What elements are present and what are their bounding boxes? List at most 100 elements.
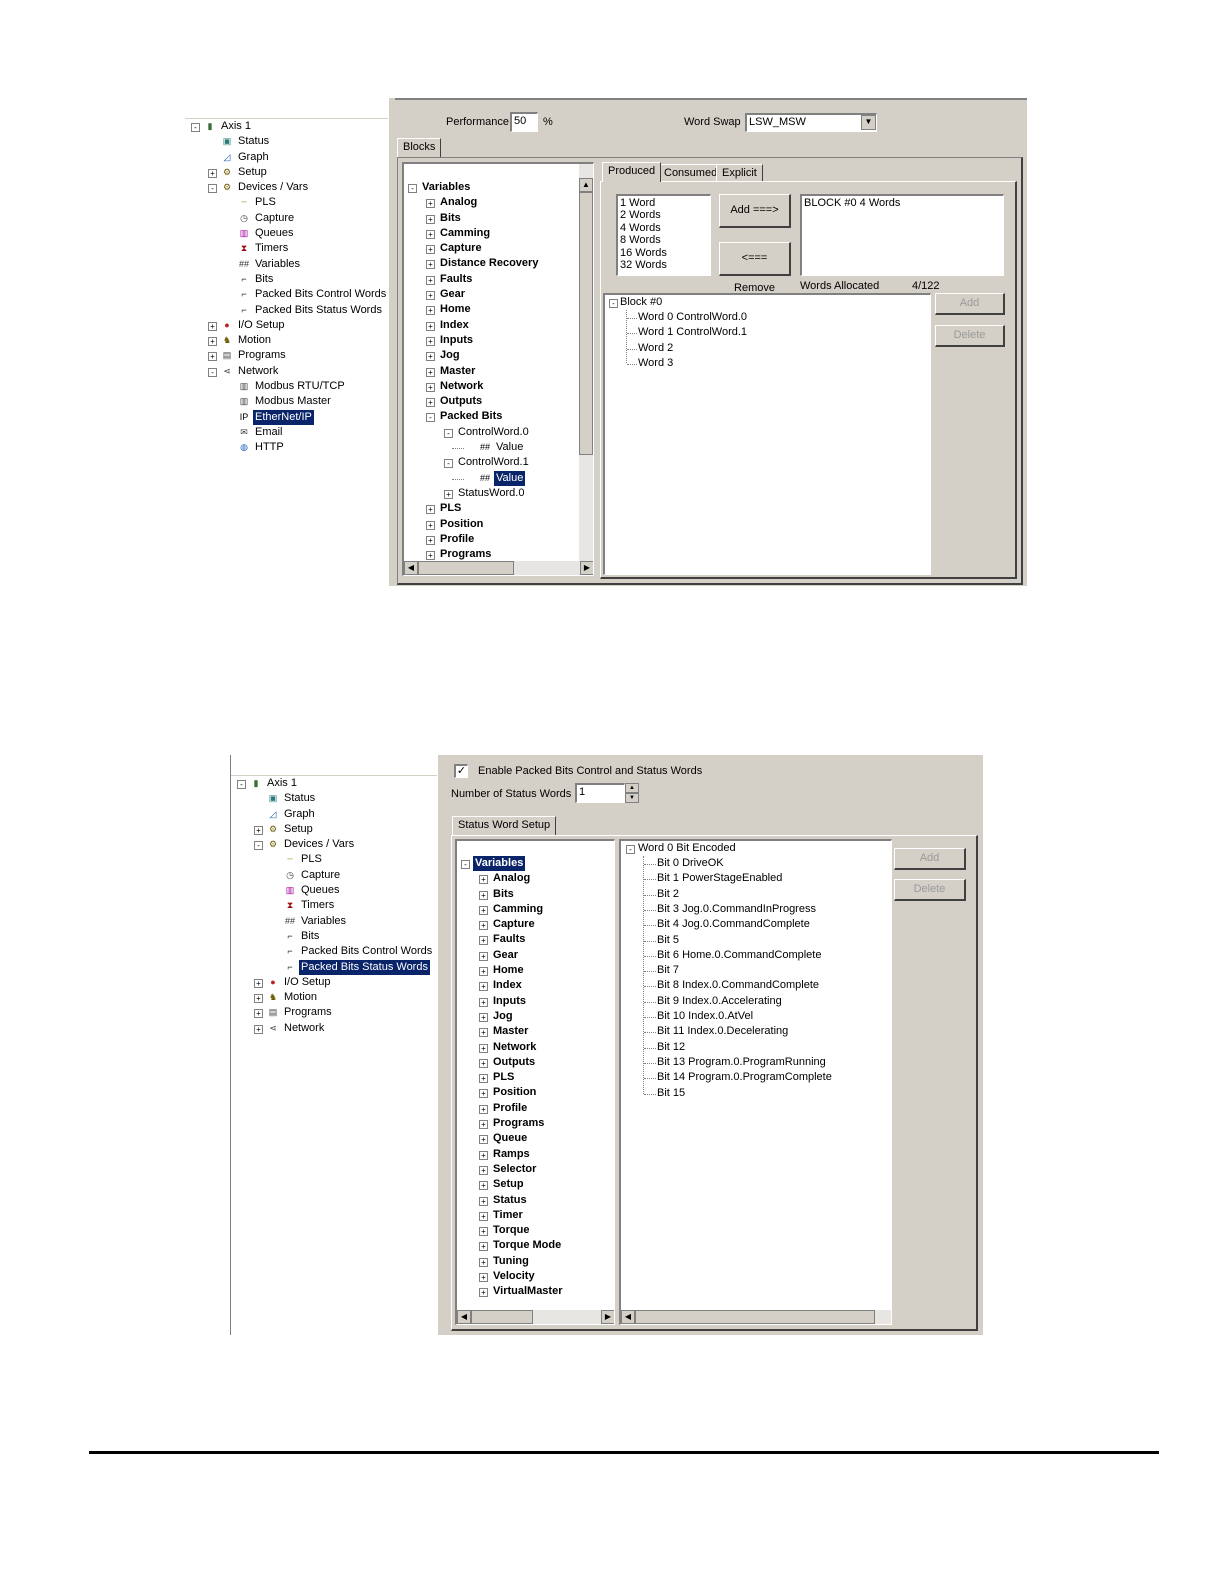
bit-item[interactable]: Bit 6 Home.0.CommandComplete — [657, 949, 821, 961]
expand-icon[interactable]: + — [254, 978, 263, 988]
expand-icon[interactable]: + — [426, 505, 435, 515]
word-size-option[interactable]: 32 Words — [620, 259, 667, 271]
collapse-icon[interactable]: - — [626, 845, 635, 854]
collapse-icon[interactable]: - — [237, 780, 246, 789]
expand-icon[interactable]: + — [479, 1104, 488, 1114]
expand-icon[interactable]: + — [254, 1009, 263, 1019]
expand-icon[interactable]: + — [426, 382, 435, 392]
expand-icon[interactable]: + — [254, 825, 263, 835]
num-status-words-input[interactable]: 1 — [575, 783, 625, 803]
scroll-thumb-h[interactable] — [418, 561, 514, 575]
word-size-option[interactable]: 4 Words — [620, 222, 667, 234]
expand-icon[interactable]: + — [426, 229, 435, 239]
num-status-words-spinner[interactable]: ▲ ▼ — [625, 783, 639, 803]
bit-item[interactable]: Bit 14 Program.0.ProgramComplete — [657, 1071, 832, 1083]
expand-icon[interactable]: + — [479, 890, 488, 900]
word-size-option[interactable]: 2 Words — [620, 209, 667, 221]
block-word-item[interactable]: Word 2 — [638, 342, 673, 354]
bit-item[interactable]: Bit 1 PowerStageEnabled — [657, 872, 782, 884]
word-root[interactable]: Word 0 Bit Encoded — [638, 842, 736, 854]
scroll-left-icon[interactable]: ◀ — [621, 1310, 635, 1324]
spin-down-icon[interactable]: ▼ — [625, 793, 639, 803]
bit-item[interactable]: Bit 3 Jog.0.CommandInProgress — [657, 903, 816, 915]
expand-icon[interactable]: + — [479, 875, 488, 885]
expand-icon[interactable]: + — [479, 1211, 488, 1221]
bit-item[interactable]: Bit 7 — [657, 964, 679, 976]
bit-item[interactable]: Bit 9 Index.0.Accelerating — [657, 995, 782, 1007]
expand-icon[interactable]: + — [426, 291, 435, 301]
expand-icon[interactable]: + — [479, 1150, 488, 1160]
bit-item[interactable]: Bit 15 — [657, 1087, 685, 1099]
expand-icon[interactable]: + — [208, 352, 217, 362]
word-size-list[interactable]: 1 Word 2 Words 4 Words 8 Words 16 Words 32 Wo… — [616, 194, 711, 276]
expand-icon[interactable]: + — [444, 489, 453, 499]
expand-icon[interactable]: + — [479, 1227, 488, 1237]
collapse-icon[interactable]: - — [191, 123, 200, 132]
bit-item[interactable]: Bit 5 — [657, 934, 679, 946]
expand-icon[interactable]: + — [426, 214, 435, 224]
collapse-icon[interactable]: - — [208, 367, 217, 377]
expand-icon[interactable]: + — [479, 1257, 488, 1267]
expand-icon[interactable]: + — [426, 520, 435, 530]
scroll-right-icon[interactable]: ▶ — [601, 1310, 614, 1324]
delete-button[interactable]: Delete — [894, 879, 966, 901]
block-tree-root[interactable]: Block #0 — [620, 296, 662, 308]
block-list[interactable]: BLOCK #0 4 Words — [800, 194, 1004, 276]
expand-icon[interactable]: + — [208, 168, 217, 178]
vertical-scrollbar[interactable]: ▲ — [579, 164, 593, 561]
tab-explicit[interactable]: Explicit — [716, 164, 763, 182]
tab-produced[interactable]: Produced — [602, 162, 662, 182]
scroll-thumb[interactable] — [579, 192, 593, 455]
tab-blocks[interactable]: Blocks — [397, 138, 442, 158]
add-block-button[interactable]: Add ===> — [719, 194, 791, 228]
word-size-option[interactable]: 16 Words — [620, 247, 667, 259]
word-size-option[interactable]: 8 Words — [620, 234, 667, 246]
horizontal-scrollbar[interactable]: ◀ ▶ — [404, 561, 593, 575]
expand-icon[interactable]: + — [426, 321, 435, 331]
collapse-icon[interactable]: - — [444, 459, 453, 469]
expand-icon[interactable]: + — [479, 997, 488, 1007]
expand-icon[interactable]: + — [479, 1028, 488, 1038]
expand-icon[interactable]: + — [426, 367, 435, 377]
performance-input[interactable]: 50 — [510, 112, 538, 132]
expand-icon[interactable]: + — [479, 936, 488, 946]
expand-icon[interactable]: + — [479, 905, 488, 915]
expand-icon[interactable]: + — [426, 306, 435, 316]
block-list-item[interactable]: BLOCK #0 4 Words — [804, 197, 900, 209]
expand-icon[interactable]: + — [426, 551, 435, 561]
expand-icon[interactable]: + — [479, 967, 488, 977]
word-size-option[interactable]: 1 Word — [620, 197, 667, 209]
collapse-icon[interactable]: - — [408, 184, 417, 193]
horizontal-scrollbar[interactable]: ◀ ▶ — [457, 1310, 614, 1324]
expand-icon[interactable]: + — [479, 1288, 488, 1298]
bit-item[interactable]: Bit 11 Index.0.Decelerating — [657, 1025, 788, 1037]
expand-icon[interactable]: + — [479, 1058, 488, 1068]
spin-up-icon[interactable]: ▲ — [625, 783, 639, 793]
scroll-right-icon[interactable]: ▶ — [580, 561, 593, 575]
collapse-icon[interactable]: - — [444, 428, 453, 438]
chevron-down-icon[interactable]: ▼ — [861, 115, 876, 130]
expand-icon[interactable]: + — [479, 1089, 488, 1099]
expand-icon[interactable]: + — [426, 352, 435, 362]
collapse-icon[interactable]: - — [461, 860, 470, 869]
expand-icon[interactable]: + — [254, 1024, 263, 1034]
bit-item[interactable]: Bit 13 Program.0.ProgramRunning — [657, 1056, 826, 1068]
bit-item[interactable]: Bit 8 Index.0.CommandComplete — [657, 979, 819, 991]
expand-icon[interactable]: + — [426, 336, 435, 346]
scroll-thumb-h[interactable] — [635, 1310, 875, 1324]
block-word-item[interactable]: Word 0 ControlWord.0 — [638, 311, 747, 323]
expand-icon[interactable]: + — [426, 245, 435, 255]
add-button[interactable]: Add — [935, 293, 1005, 315]
expand-icon[interactable]: + — [479, 1012, 488, 1022]
expand-icon[interactable]: + — [479, 1165, 488, 1175]
delete-button[interactable]: Delete — [935, 325, 1005, 347]
expand-icon[interactable]: + — [479, 951, 488, 961]
scroll-up-icon[interactable]: ▲ — [579, 178, 593, 192]
bit-item[interactable]: Bit 12 — [657, 1041, 685, 1053]
expand-icon[interactable]: + — [479, 1120, 488, 1130]
word-swap-select[interactable]: LSW_MSW ▼ — [745, 113, 877, 132]
expand-icon[interactable]: + — [479, 1242, 488, 1252]
add-button[interactable]: Add — [894, 848, 966, 870]
horizontal-scrollbar[interactable]: ◀ — [621, 1310, 891, 1324]
expand-icon[interactable]: + — [479, 1135, 488, 1145]
